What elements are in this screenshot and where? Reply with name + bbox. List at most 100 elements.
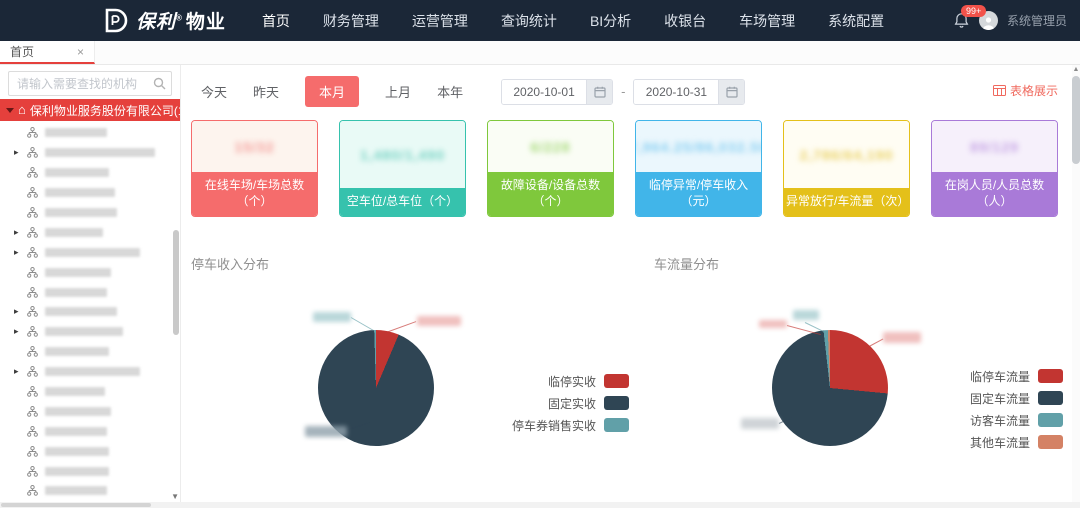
tab-close-icon[interactable]: × (77, 45, 84, 59)
caret-down-icon[interactable] (6, 108, 14, 113)
org-tree-item[interactable]: ▸ (0, 302, 180, 322)
legend-item[interactable]: 固定车流量 (945, 387, 1063, 409)
stat-card[interactable]: 2,786/64,190异常放行/车流量（次） (783, 120, 910, 217)
start-date-calendar-icon[interactable] (586, 80, 612, 104)
org-tree-item[interactable]: ▸ (0, 242, 180, 262)
org-item-label-redacted (45, 248, 140, 257)
legend-label: 固定实收 (548, 395, 596, 412)
nav-item[interactable]: BI分析 (590, 11, 631, 31)
org-search (8, 71, 172, 96)
nav-item[interactable]: 车场管理 (739, 11, 795, 31)
quick-filter-button[interactable]: 今天 (201, 76, 227, 107)
caret-right-icon[interactable]: ▸ (14, 326, 27, 337)
stat-card[interactable]: 89/129在岗人员/人员总数（人） (931, 120, 1058, 217)
org-tree-item[interactable]: ▸ (0, 143, 180, 163)
org-tree-item[interactable] (0, 163, 180, 183)
org-item-label-redacted (45, 208, 117, 217)
legend-item[interactable]: 访客车流量 (945, 409, 1063, 431)
nav-item[interactable]: 财务管理 (323, 11, 379, 31)
org-tree-item[interactable] (0, 421, 180, 441)
caret-right-icon[interactable]: ▸ (14, 366, 27, 377)
caret-right-icon[interactable]: ▸ (14, 247, 27, 258)
org-tree-item[interactable] (0, 481, 180, 501)
stat-card-value-area: 7,964.25/86,032.50 (636, 121, 761, 172)
org-icon (27, 187, 38, 198)
notification-bell-icon[interactable]: 99+ (954, 12, 970, 30)
org-tree-item[interactable]: ▸ (0, 222, 180, 242)
legend-swatch (1038, 391, 1063, 405)
org-item-label-redacted (45, 407, 111, 416)
org-item-label-redacted (45, 486, 107, 495)
stat-card[interactable]: 6/228故障设备/设备总数（个） (487, 120, 614, 217)
org-item-label-redacted (45, 347, 109, 356)
pie-label-redacted (759, 320, 787, 328)
org-tree-item[interactable] (0, 401, 180, 421)
org-tree-item[interactable] (0, 183, 180, 203)
pie-label-line (869, 339, 884, 347)
sidebar-scrollbar[interactable] (173, 230, 179, 335)
tab-home[interactable]: 首页 × (0, 41, 95, 64)
org-tree-item[interactable] (0, 461, 180, 481)
stat-card-value-area: 1,480/1,490 (340, 121, 465, 188)
legend-parking-revenue: 临停实收固定实收停车券销售实收 (511, 370, 629, 436)
org-tree-item[interactable] (0, 282, 180, 302)
stat-card[interactable]: 15/32在线车场/车场总数（个） (191, 120, 318, 217)
caret-right-icon[interactable]: ▸ (14, 227, 27, 238)
org-item-label-redacted (45, 307, 117, 316)
quick-filter-button[interactable]: 本月 (305, 76, 359, 107)
org-tree-item[interactable] (0, 441, 180, 461)
brand-name: 保利® (136, 7, 183, 34)
legend-item[interactable]: 其他车流量 (945, 431, 1063, 453)
sidebar-scroll-down-icon[interactable]: ▼ (171, 493, 179, 501)
org-search-input[interactable] (8, 71, 172, 96)
main-scrollbar-track[interactable]: ▲ (1072, 65, 1080, 502)
legend-swatch (1038, 435, 1063, 449)
legend-item[interactable]: 临停实收 (511, 370, 629, 392)
search-icon[interactable] (153, 77, 166, 95)
end-date-input[interactable] (634, 80, 718, 104)
end-date-calendar-icon[interactable] (718, 80, 744, 104)
quick-filter-button[interactable]: 昨天 (253, 76, 279, 107)
legend-item[interactable]: 临停车流量 (945, 365, 1063, 387)
brand-suffix: 物业 (186, 7, 226, 34)
org-tree-item[interactable] (0, 382, 180, 402)
stat-card[interactable]: 7,964.25/86,032.50临停异常/停车收入（元） (635, 120, 762, 217)
legend-item[interactable]: 固定实收 (511, 392, 629, 414)
nav-item[interactable]: 首页 (262, 11, 290, 31)
table-view-link[interactable]: 表格展示 (993, 82, 1058, 99)
quick-filter-button[interactable]: 本年 (437, 76, 463, 107)
org-tree-item[interactable]: ▸ (0, 322, 180, 342)
org-tree-item[interactable] (0, 123, 180, 143)
org-tree-item[interactable] (0, 342, 180, 362)
org-item-label-redacted (45, 367, 140, 376)
caret-right-icon[interactable]: ▸ (14, 147, 27, 158)
horizontal-scrollbar-track[interactable] (0, 502, 1080, 508)
pie-label-line (351, 317, 374, 331)
org-tree-item[interactable] (0, 262, 180, 282)
org-icon (27, 426, 38, 437)
org-tree-root[interactable]: ⌂ 保利物业服务股份有限公司(15/32) (0, 99, 180, 121)
nav-item[interactable]: 系统配置 (828, 11, 884, 31)
stat-card[interactable]: 1,480/1,490空车位/总车位（个） (339, 120, 466, 217)
horizontal-scrollbar-thumb[interactable] (1, 503, 151, 507)
main-scrollbar-thumb[interactable] (1072, 76, 1080, 164)
nav-item[interactable]: 查询统计 (501, 11, 557, 31)
org-tree-item[interactable]: ▸ (0, 362, 180, 382)
pie-label-redacted (305, 426, 347, 437)
quick-filter-button[interactable]: 上月 (385, 76, 411, 107)
org-item-label-redacted (45, 168, 109, 177)
caret-right-icon[interactable]: ▸ (14, 306, 27, 317)
scroll-up-icon[interactable]: ▲ (1072, 66, 1080, 74)
stat-card-value-redacted: 89/129 (970, 139, 1019, 155)
org-tree-item[interactable] (0, 203, 180, 223)
brand-mark-icon (102, 7, 129, 34)
legend-item[interactable]: 停车券销售实收 (511, 414, 629, 436)
pie-label-redacted (741, 418, 779, 429)
main-content: 今天昨天本月上月本年 - (181, 65, 1080, 502)
start-date-input[interactable] (502, 80, 586, 104)
nav-item[interactable]: 收银台 (664, 11, 706, 31)
legend-traffic: 临停车流量固定车流量访客车流量其他车流量 (945, 365, 1063, 453)
pie-label-redacted (883, 332, 921, 343)
nav-item[interactable]: 运营管理 (412, 11, 468, 31)
legend-swatch (1038, 413, 1063, 427)
